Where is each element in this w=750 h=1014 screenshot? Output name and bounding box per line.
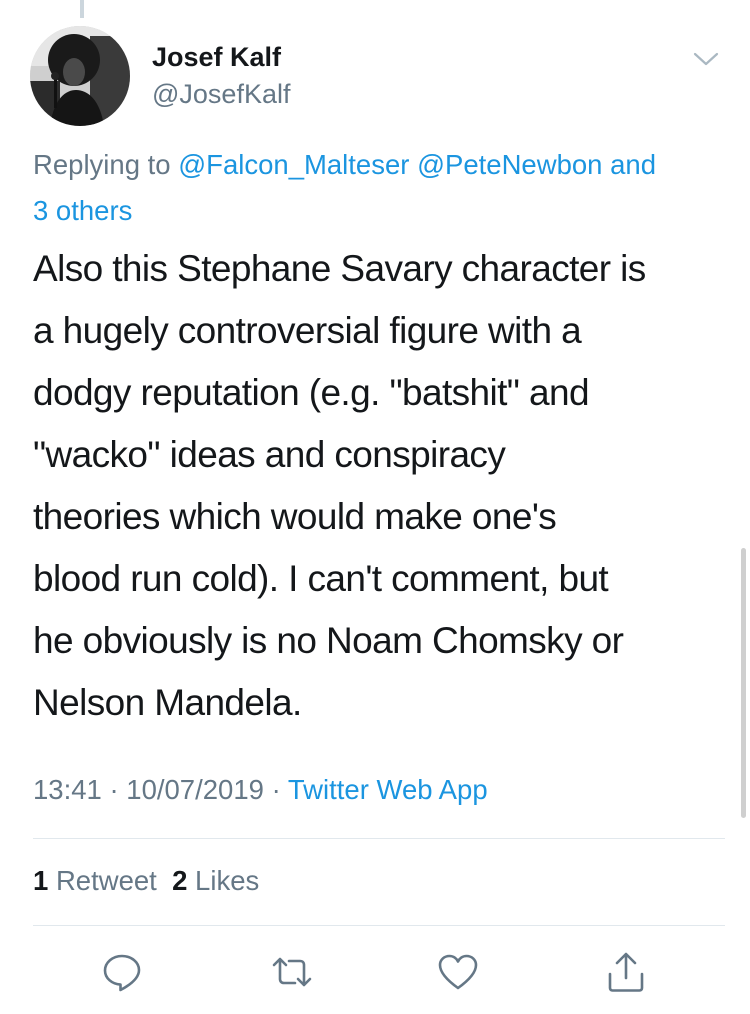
- scrollbar[interactable]: [741, 548, 746, 818]
- meta-separator: ·: [271, 774, 281, 805]
- avatar[interactable]: [30, 26, 130, 126]
- replying-to-label: Replying to: [33, 149, 171, 180]
- retweets-label: Retweet: [55, 865, 157, 896]
- mention-connector[interactable]: and: [610, 149, 656, 180]
- share-icon[interactable]: [604, 950, 648, 994]
- tweet-text: Also this Stephane Savary character is a…: [33, 238, 733, 734]
- tweet-meta: 13:41 · 10/07/2019 · Twitter Web App: [33, 774, 488, 806]
- others-link[interactable]: 3 others: [33, 195, 132, 226]
- tweet-text-line: blood run cold). I can't comment, but: [33, 558, 609, 599]
- engagement-stats: 1 Retweet 2 Likes: [33, 865, 259, 897]
- tweet-text-line: theories which would make one's: [33, 496, 557, 537]
- tweet-text-line: "wacko" ideas and conspiracy: [33, 434, 506, 475]
- tweet-time[interactable]: 13:41: [33, 774, 102, 805]
- heart-icon[interactable]: [436, 950, 480, 994]
- author-handle[interactable]: @JosefKalf: [152, 79, 290, 110]
- tweet-text-line: Nelson Mandela.: [33, 682, 302, 723]
- chevron-down-icon[interactable]: [692, 48, 720, 70]
- avatar-photo: [30, 26, 130, 126]
- mention-link[interactable]: @Falcon_Malteser: [178, 149, 409, 180]
- likes-stat[interactable]: 2 Likes: [172, 865, 259, 896]
- tweet-text-line: he obviously is no Noam Chomsky or: [33, 620, 624, 661]
- tweet-source-link[interactable]: Twitter Web App: [288, 774, 488, 805]
- tweet-date[interactable]: 10/07/2019: [126, 774, 264, 805]
- reply-icon[interactable]: [100, 950, 144, 994]
- likes-label: Likes: [195, 865, 260, 896]
- divider: [33, 838, 725, 839]
- tweet-text-line: dodgy reputation (e.g. "batshit" and: [33, 372, 590, 413]
- retweets-count: 1: [33, 865, 49, 896]
- mention-link[interactable]: @PeteNewbon: [417, 149, 602, 180]
- retweets-stat[interactable]: 1 Retweet: [33, 865, 157, 896]
- thread-connector-line: [80, 0, 84, 18]
- tweet-text-line: Also this Stephane Savary character is: [33, 248, 646, 289]
- author-name[interactable]: Josef Kalf: [152, 42, 281, 73]
- retweet-icon[interactable]: [270, 950, 314, 994]
- tweet-text-line: a hugely controversial figure with a: [33, 310, 582, 351]
- meta-separator: ·: [109, 774, 119, 805]
- replying-to: Replying to @Falcon_Malteser @PeteNewbon…: [33, 142, 723, 234]
- divider: [33, 925, 725, 926]
- likes-count: 2: [172, 865, 188, 896]
